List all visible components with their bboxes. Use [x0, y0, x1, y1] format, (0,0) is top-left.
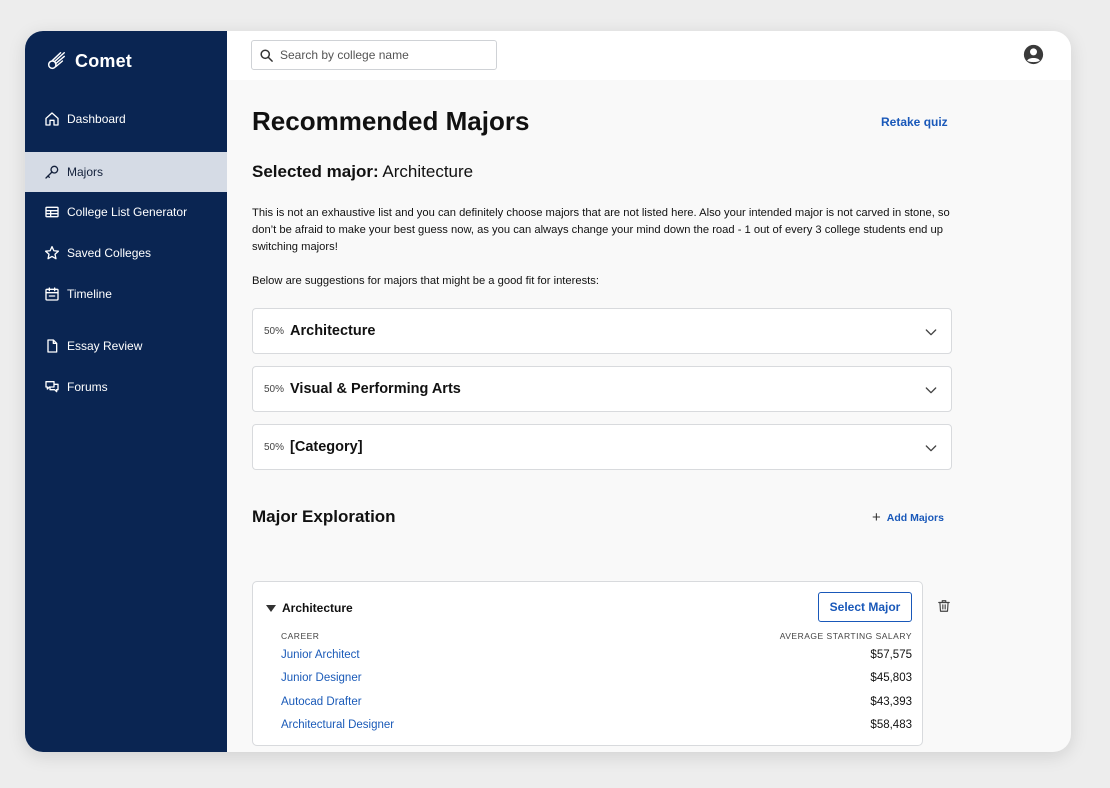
- search-input[interactable]: [280, 48, 480, 62]
- major-card-toggle[interactable]: Architecture: [266, 601, 353, 615]
- major-card: Architecture Select Major CAREER AVERAGE…: [252, 581, 923, 746]
- match-percent: 50%: [264, 383, 285, 395]
- salary-column-header: AVERAGE STARTING SALARY: [779, 631, 912, 641]
- chevron-down-icon[interactable]: [923, 324, 939, 340]
- recommendation-name: [Category]: [290, 439, 363, 455]
- selected-major-label: Selected major:: [252, 162, 379, 181]
- sidebar-item-essay-review[interactable]: Essay Review: [25, 326, 227, 366]
- add-majors-button[interactable]: + Add Majors: [872, 509, 944, 526]
- sidebar-item-label: Essay Review: [67, 339, 143, 353]
- plus-icon: +: [872, 509, 881, 526]
- table-row: Autocad Drafter $43,393: [281, 696, 912, 714]
- calendar-icon: [45, 287, 59, 301]
- recommendation-item-architecture[interactable]: 50% Architecture: [252, 308, 952, 354]
- chevron-down-icon[interactable]: [923, 440, 939, 456]
- comet-logo-icon: [47, 52, 65, 70]
- chevron-down-icon[interactable]: [923, 382, 939, 398]
- sidebar-item-saved-colleges[interactable]: Saved Colleges: [25, 233, 227, 273]
- sidebar-item-label: Timeline: [67, 287, 112, 301]
- table-icon: [45, 206, 59, 218]
- recommendation-name: Visual & Performing Arts: [290, 381, 461, 397]
- suggestions-text: Below are suggestions for majors that mi…: [252, 275, 599, 287]
- document-icon: [47, 339, 58, 353]
- sidebar-item-majors[interactable]: Majors: [25, 152, 227, 192]
- salary-value: $57,575: [870, 649, 912, 661]
- sidebar-item-label: Forums: [67, 380, 108, 394]
- star-icon: [45, 246, 59, 260]
- sidebar-item-college-list-generator[interactable]: College List Generator: [25, 192, 227, 232]
- major-exploration-title: Major Exploration: [252, 507, 396, 526]
- sidebar: Comet Dashboard Majors College List Gene…: [25, 31, 227, 752]
- career-link[interactable]: Architectural Designer: [281, 719, 394, 731]
- search-icon: [260, 48, 273, 62]
- recommendation-item-visual-performing-arts[interactable]: 50% Visual & Performing Arts: [252, 366, 952, 412]
- table-row: Junior Designer $45,803: [281, 672, 912, 690]
- career-link[interactable]: Autocad Drafter: [281, 696, 362, 708]
- sidebar-item-label: Dashboard: [67, 112, 126, 126]
- salary-value: $43,393: [870, 696, 912, 708]
- add-majors-label: Add Majors: [886, 512, 944, 524]
- brand[interactable]: Comet: [45, 50, 132, 72]
- recommendation-name: Architecture: [290, 323, 376, 339]
- sidebar-item-label: Saved Colleges: [67, 246, 152, 260]
- sidebar-item-label: Majors: [67, 165, 104, 179]
- retake-quiz-link[interactable]: Retake quiz: [881, 115, 948, 129]
- page-title: Recommended Majors: [252, 106, 530, 136]
- caret-down-icon: [266, 604, 276, 612]
- home-icon: [45, 112, 59, 126]
- career-link[interactable]: Junior Architect: [281, 649, 360, 661]
- key-icon: [45, 165, 59, 179]
- match-percent: 50%: [264, 441, 285, 453]
- salary-value: $45,803: [870, 672, 912, 684]
- selected-major-value: Architecture: [382, 162, 474, 181]
- sidebar-item-forums[interactable]: Forums: [25, 367, 227, 407]
- sidebar-item-label: College List Generator: [67, 205, 188, 219]
- chat-icon: [45, 381, 59, 393]
- sidebar-item-timeline[interactable]: Timeline: [25, 274, 227, 314]
- search-box[interactable]: [251, 40, 497, 70]
- user-circle-icon[interactable]: [1023, 44, 1044, 65]
- table-row: Architectural Designer $58,483: [281, 719, 912, 737]
- salary-value: $58,483: [870, 719, 912, 731]
- select-major-button[interactable]: Select Major: [818, 592, 912, 622]
- major-card-title: Architecture: [282, 601, 353, 615]
- match-percent: 50%: [264, 325, 285, 337]
- selected-major: Selected major: Architecture: [252, 162, 473, 182]
- sidebar-item-dashboard[interactable]: Dashboard: [25, 99, 227, 139]
- career-link[interactable]: Junior Designer: [281, 672, 362, 684]
- trash-icon[interactable]: [937, 599, 951, 613]
- app-name: Comet: [75, 50, 133, 71]
- app-frame: Comet Dashboard Majors College List Gene…: [25, 31, 1071, 752]
- career-column-header: CAREER: [281, 631, 320, 641]
- table-row: Junior Architect $57,575: [281, 649, 912, 667]
- intro-text: This is not an exhaustive list and you c…: [252, 207, 950, 253]
- recommendation-item-category[interactable]: 50% [Category]: [252, 424, 952, 470]
- top-bar: [227, 31, 1071, 80]
